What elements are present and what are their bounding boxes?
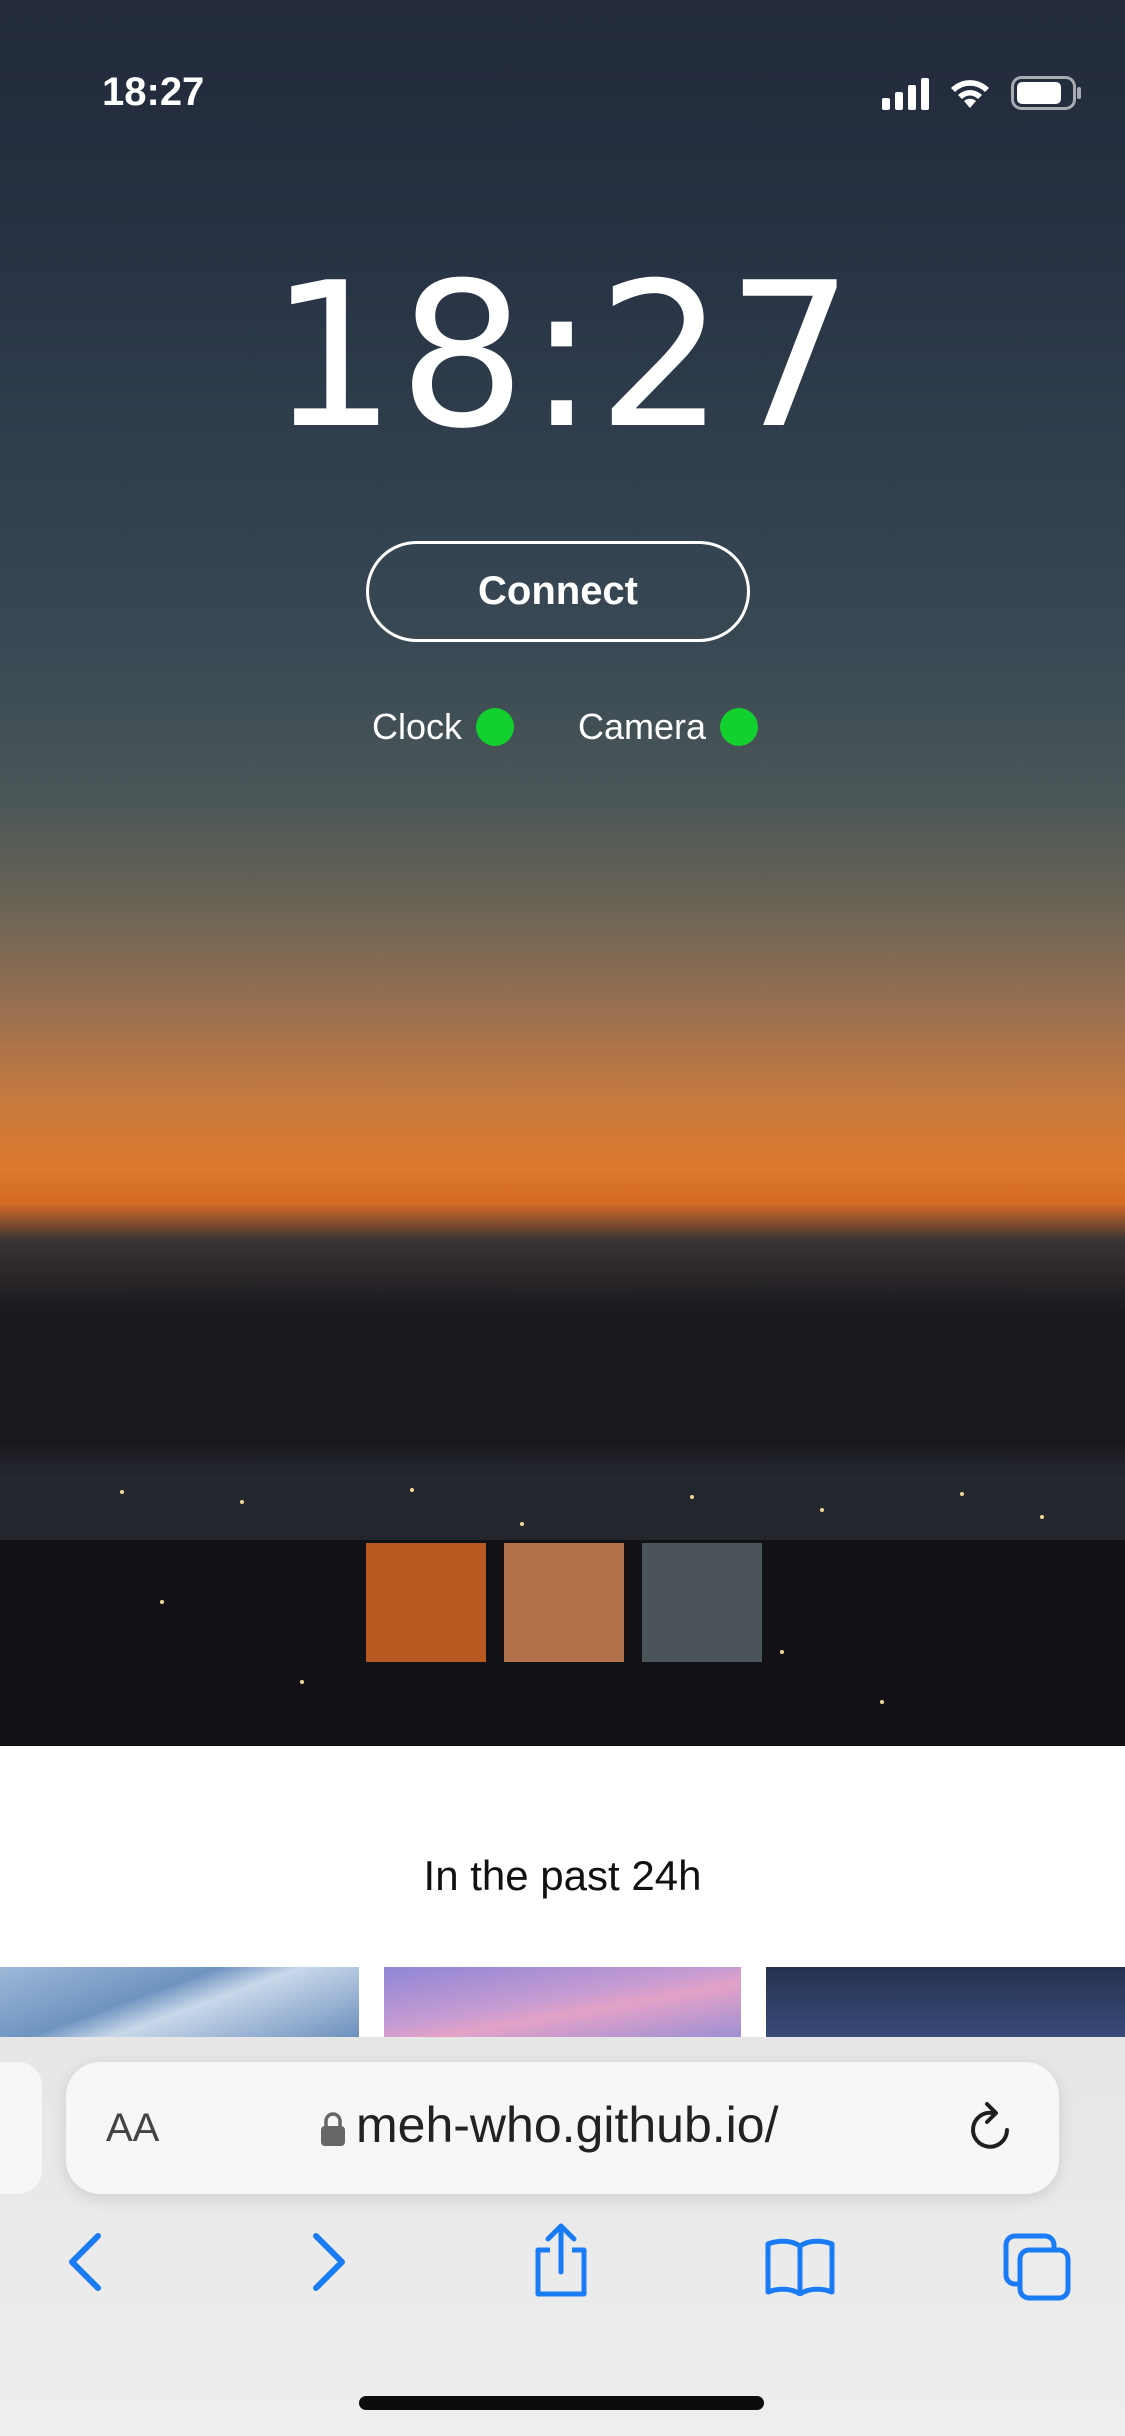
big-clock-time: 18:27 xyxy=(269,240,856,473)
back-chevron-icon[interactable] xyxy=(64,2230,108,2294)
text-size-label: AA xyxy=(106,2106,160,2150)
lock-icon xyxy=(321,2112,345,2146)
palette-swatch xyxy=(366,1543,486,1662)
history-thumbnail[interactable] xyxy=(0,1967,359,2037)
clock-indicator: Clock xyxy=(372,706,515,748)
tabs-icon[interactable] xyxy=(1002,2232,1072,2302)
camera-status-dot xyxy=(720,708,759,746)
address-bar[interactable]: AA meh-who.github.io/ xyxy=(66,2062,1059,2194)
wifi-icon xyxy=(951,80,989,108)
url-text[interactable]: meh-who.github.io/ xyxy=(356,2096,778,2154)
clock-indicator-label: Clock xyxy=(372,706,463,747)
status-bar-icons xyxy=(882,76,1083,110)
city-skyline xyxy=(0,1440,1125,1480)
history-thumbnails xyxy=(0,1967,1125,2037)
home-indicator xyxy=(359,2396,764,2410)
clock-status-dot xyxy=(476,708,515,746)
connect-button[interactable]: Connect xyxy=(366,541,750,642)
water xyxy=(0,1480,1125,1540)
battery-icon xyxy=(1011,76,1081,110)
history-heading: In the past 24h xyxy=(423,1852,702,1899)
color-palette xyxy=(366,1543,762,1662)
text-size-button[interactable]: AA xyxy=(106,2106,159,2151)
palette-swatch xyxy=(504,1543,624,1662)
camera-indicator: Camera xyxy=(578,706,759,748)
share-icon[interactable] xyxy=(530,2222,592,2298)
bookmarks-icon[interactable] xyxy=(764,2236,836,2296)
cellular-signal-icon xyxy=(882,76,929,110)
forward-chevron-icon[interactable] xyxy=(306,2230,350,2294)
history-thumbnail[interactable] xyxy=(766,1967,1125,2037)
reload-icon[interactable] xyxy=(963,2098,1019,2158)
status-bar-time: 18:27 xyxy=(102,70,205,114)
history-thumbnail[interactable] xyxy=(384,1967,741,2037)
palette-swatch xyxy=(642,1543,762,1662)
previous-tab-edge[interactable] xyxy=(0,2062,42,2194)
camera-indicator-label: Camera xyxy=(578,706,707,747)
